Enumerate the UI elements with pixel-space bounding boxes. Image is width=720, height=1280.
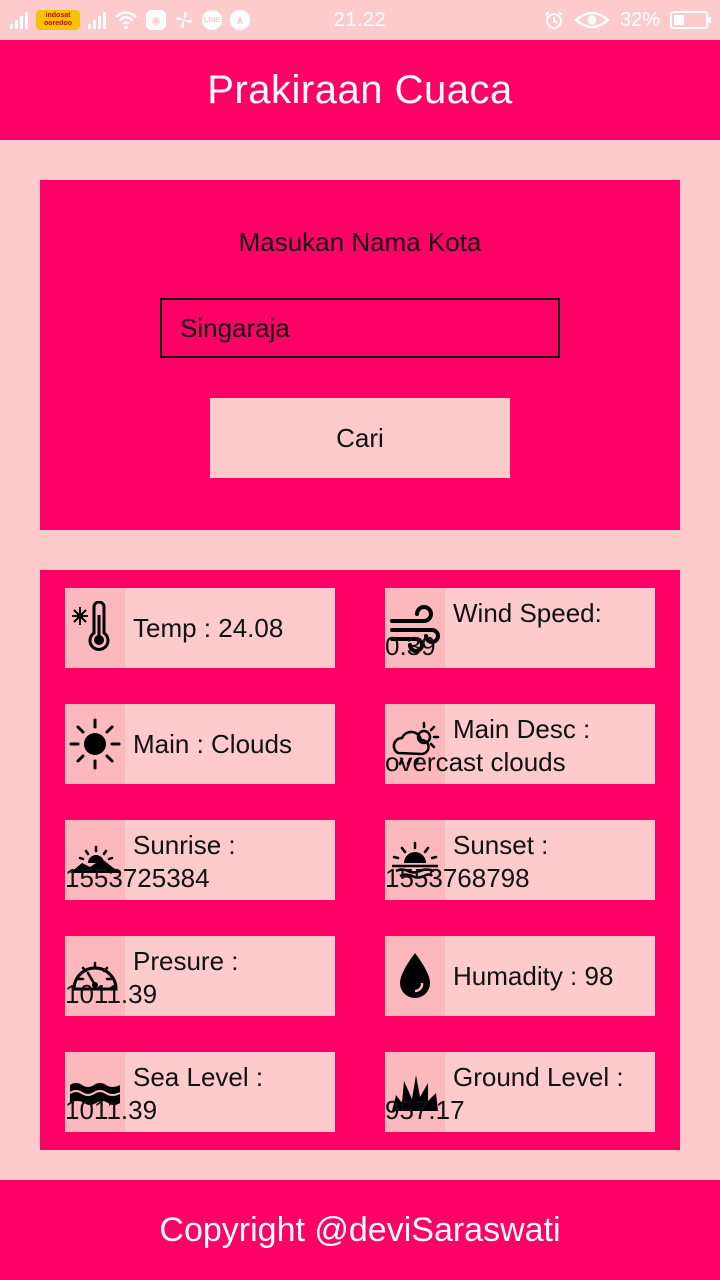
signal-icon	[88, 11, 106, 29]
city-label: Masukan Nama Kota	[238, 227, 482, 257]
sea-level-label: Sea Level :	[133, 1062, 264, 1092]
desc-text: Main Desc : overcast clouds	[385, 704, 655, 784]
copyright-text: Copyright @deviSaraswati	[159, 1210, 561, 1249]
humidity-text: Humadity : 98	[453, 960, 614, 991]
pressure-value: 1011.39	[65, 979, 158, 1009]
sunrise-tile: Sunrise : 1553725384	[65, 820, 335, 900]
wind-text: Wind Speed: 0.39	[385, 588, 655, 668]
ground-level-text: Ground Level : 957.17	[385, 1052, 655, 1132]
battery-level	[674, 15, 684, 25]
battery-icon	[670, 11, 711, 29]
search-card: Masukan Nama Kota Cari	[40, 180, 680, 530]
alarm-icon	[545, 11, 563, 29]
sea-level-text: Sea Level : 1011.39	[65, 1052, 335, 1132]
sunset-label: Sunset :	[453, 830, 549, 860]
thermometer-icon	[65, 588, 125, 668]
sunrise-label: Sunrise :	[133, 830, 236, 860]
status-bar-left: indosat ooredoo ◉ LINE ∧	[0, 10, 320, 30]
desc-tile: Main Desc : overcast clouds	[385, 704, 655, 784]
temp-text: Temp : 24.08	[133, 612, 284, 643]
weather-results: Temp : 24.08 Wind Speed: 0.39 Main : Clo…	[40, 570, 680, 1150]
sunset-text: Sunset : 1553768798	[385, 820, 655, 900]
pressure-label: Presure :	[133, 946, 239, 976]
wind-tile: Wind Speed: 0.39	[385, 588, 655, 668]
main-text: Main : Clouds	[133, 728, 292, 759]
status-bar: indosat ooredoo ◉ LINE ∧ 21.22 32%	[0, 0, 720, 40]
status-bar-right: 32%	[400, 9, 720, 32]
main-tile: Main : Clouds	[65, 704, 335, 784]
sunset-tile: Sunset : 1553768798	[385, 820, 655, 900]
water-drop-icon	[385, 936, 445, 1016]
signal-icon	[10, 11, 28, 29]
sea-level-tile: Sea Level : 1011.39	[65, 1052, 335, 1132]
carrier-logo: indosat ooredoo	[36, 10, 80, 30]
arrow-app-icon: ∧	[230, 10, 250, 30]
battery-percent: 32%	[619, 8, 660, 31]
temp-tile: Temp : 24.08	[65, 588, 335, 668]
city-input[interactable]	[160, 298, 560, 358]
pinwheel-icon	[176, 12, 192, 28]
sunrise-value: 1553725384	[65, 863, 210, 893]
pressure-text: Presure : 1011.39	[65, 936, 335, 1016]
desc-label: Main Desc :	[453, 714, 591, 744]
page-title: Prakiraan Cuaca	[207, 67, 513, 112]
wind-label: Wind Speed:	[453, 598, 602, 628]
ground-level-tile: Ground Level : 957.17	[385, 1052, 655, 1132]
desc-value: overcast clouds	[385, 747, 566, 777]
wind-value: 0.39	[385, 631, 436, 661]
footer: Copyright @deviSaraswati	[0, 1180, 720, 1280]
sea-level-value: 1011.39	[65, 1095, 158, 1125]
eye-icon	[574, 11, 610, 29]
sunset-value: 1553768798	[385, 863, 530, 893]
sunrise-text: Sunrise : 1553725384	[65, 820, 335, 900]
ground-level-value: 957.17	[385, 1095, 465, 1125]
status-time: 21.22	[333, 8, 387, 31]
app-header: Prakiraan Cuaca	[0, 40, 720, 140]
wifi-icon	[115, 11, 137, 30]
line-icon: LINE	[202, 10, 222, 30]
pressure-tile: Presure : 1011.39	[65, 936, 335, 1016]
humidity-tile: Humadity : 98	[385, 936, 655, 1016]
ground-level-label: Ground Level :	[453, 1062, 624, 1092]
app-icon: ◉	[146, 10, 166, 30]
sun-icon	[65, 704, 125, 784]
search-button[interactable]: Cari	[210, 398, 510, 478]
